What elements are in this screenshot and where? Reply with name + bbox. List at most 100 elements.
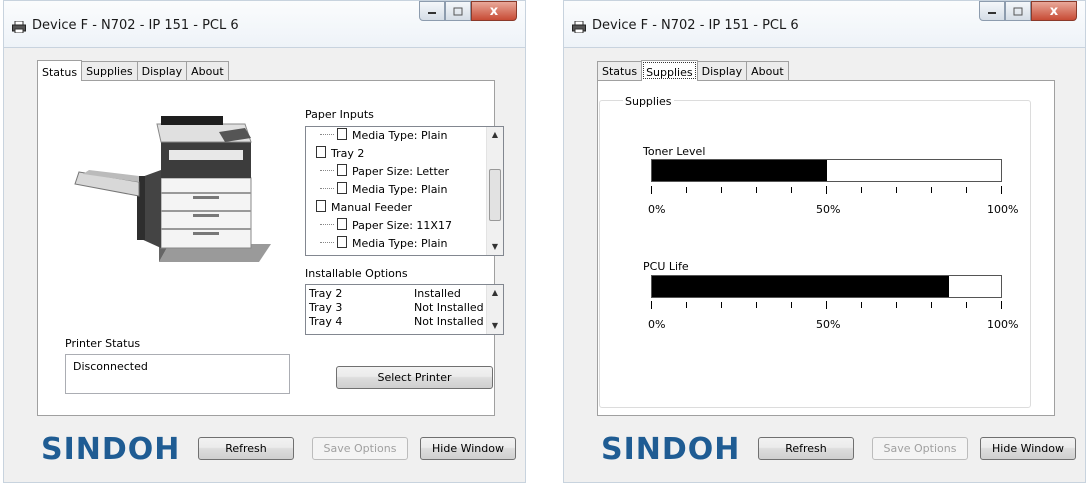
scale-tick — [721, 302, 722, 308]
save-options-button: Save Options — [312, 437, 408, 460]
tab-display[interactable]: Display — [696, 61, 748, 80]
printer-image — [74, 116, 271, 262]
sindoh-logo: SINDOH — [41, 432, 181, 467]
toner-scale-0: 0% — [648, 203, 666, 216]
minimize-button[interactable] — [979, 1, 1005, 21]
scroll-down-arrow-icon[interactable]: ▼ — [487, 239, 503, 255]
maximize-icon — [453, 7, 463, 15]
pcu-life-bar — [651, 275, 1002, 298]
list-item[interactable]: Tray 4 Not Installed — [306, 315, 486, 329]
scale-tick — [826, 301, 827, 309]
title-bar[interactable]: Device F - N702 - IP 151 - PCL 6 x — [3, 0, 526, 48]
close-button[interactable]: x — [1031, 1, 1077, 21]
tree-item[interactable]: Media Type: Plain — [306, 127, 486, 145]
maximize-icon — [1013, 7, 1023, 15]
pcu-life-label: PCU Life — [643, 260, 689, 273]
document-icon — [316, 200, 326, 212]
scale-tick — [1001, 301, 1002, 309]
tree-item[interactable]: Tray 2 — [306, 145, 486, 163]
sindoh-logo: SINDOH — [601, 432, 741, 467]
list-item[interactable]: Tray 3 Not Installed — [306, 301, 486, 315]
pcu-scale-50: 50% — [816, 318, 841, 331]
installable-options-list[interactable]: Tray 2 Installed Tray 3 Not Installed Tray… — [305, 284, 504, 335]
supplies-group-label: Supplies — [623, 95, 674, 108]
close-icon: x — [1049, 3, 1059, 19]
paper-inputs-tree[interactable]: Media Type: Plain Tray 2 Paper Size: Let… — [305, 126, 504, 256]
scale-tick — [861, 302, 862, 308]
toner-scale — [651, 186, 1002, 194]
scroll-up-arrow-icon[interactable]: ▲ — [487, 127, 503, 143]
select-printer-button[interactable]: Select Printer — [336, 366, 493, 389]
tree-item[interactable]: Paper Size: 11X17 — [306, 217, 486, 235]
tree-item[interactable]: Media Type: Plain — [306, 235, 486, 253]
scale-tick — [651, 186, 652, 194]
tab-about[interactable]: About — [186, 61, 229, 80]
tab-strip: Status Supplies Display About — [37, 59, 229, 81]
scroll-down-arrow-icon[interactable]: ▼ — [487, 318, 503, 334]
scale-tick — [721, 187, 722, 193]
scale-tick — [966, 302, 967, 308]
scale-tick — [826, 186, 827, 194]
tab-supplies[interactable]: Supplies — [641, 60, 698, 81]
toner-level-label: Toner Level — [643, 145, 706, 158]
document-icon — [337, 164, 347, 176]
paper-inputs-scrollbar[interactable]: ▲ ▼ — [486, 127, 503, 255]
maximize-button[interactable] — [1005, 1, 1031, 21]
document-icon — [316, 146, 326, 158]
scale-tick — [756, 187, 757, 193]
tree-item[interactable]: Manual Feeder — [306, 199, 486, 217]
tab-supplies[interactable]: Supplies — [81, 61, 138, 80]
hide-window-button[interactable]: Hide Window — [980, 437, 1076, 460]
toner-level-fill — [652, 160, 827, 181]
toner-scale-50: 50% — [816, 203, 841, 216]
close-icon: x — [489, 3, 499, 19]
hide-window-button[interactable]: Hide Window — [420, 437, 516, 460]
pcu-scale-100: 100% — [987, 318, 1019, 331]
options-scrollbar[interactable]: ▲ ▼ — [486, 285, 503, 334]
document-icon — [337, 128, 347, 140]
tab-display[interactable]: Display — [136, 61, 188, 80]
scale-tick — [1001, 186, 1002, 194]
maximize-button[interactable] — [445, 1, 471, 21]
printer-icon — [572, 21, 586, 33]
refresh-button[interactable]: Refresh — [198, 437, 294, 460]
minimize-button[interactable] — [419, 1, 445, 21]
save-options-button: Save Options — [872, 437, 968, 460]
scale-tick — [686, 187, 687, 193]
printer-status-window: Device F - N702 - IP 151 - PCL 6 x Statu… — [563, 0, 1086, 483]
toner-level-bar — [651, 159, 1002, 182]
installable-options-label: Installable Options — [305, 267, 408, 280]
printer-status-label: Printer Status — [65, 337, 141, 350]
scale-tick — [791, 187, 792, 193]
scroll-thumb[interactable] — [489, 169, 501, 221]
tree-item[interactable]: Media Type: Plain — [306, 181, 486, 199]
document-icon — [337, 218, 347, 230]
document-icon — [337, 236, 347, 248]
minimize-icon — [988, 12, 996, 14]
tab-about[interactable]: About — [746, 61, 789, 80]
document-icon — [337, 182, 347, 194]
scale-tick — [966, 187, 967, 193]
scale-tick — [651, 301, 652, 309]
scale-tick — [931, 302, 932, 308]
list-item[interactable]: Tray 2 Installed — [306, 287, 486, 301]
refresh-button[interactable]: Refresh — [758, 437, 854, 460]
scroll-up-arrow-icon[interactable]: ▲ — [487, 285, 503, 301]
title-bar[interactable]: Device F - N702 - IP 151 - PCL 6 x — [563, 0, 1086, 48]
scale-tick — [861, 187, 862, 193]
tree-item[interactable]: Paper Size: Letter — [306, 163, 486, 181]
pcu-scale — [651, 301, 1002, 309]
scale-tick — [896, 302, 897, 308]
scale-tick — [931, 187, 932, 193]
close-button[interactable]: x — [471, 1, 517, 21]
tab-status[interactable]: Status — [597, 61, 643, 80]
printer-status-window: Device F - N702 - IP 151 - PCL 6 x Statu… — [3, 0, 526, 483]
printer-icon — [12, 21, 26, 33]
tab-status[interactable]: Status — [37, 60, 83, 81]
window-title: Device F - N702 - IP 151 - PCL 6 — [592, 18, 799, 33]
scale-tick — [686, 302, 687, 308]
tab-strip: Status Supplies Display About — [597, 59, 789, 81]
printer-status-value: Disconnected — [73, 360, 148, 373]
printer-status-field: Disconnected — [65, 354, 290, 394]
scale-tick — [756, 302, 757, 308]
